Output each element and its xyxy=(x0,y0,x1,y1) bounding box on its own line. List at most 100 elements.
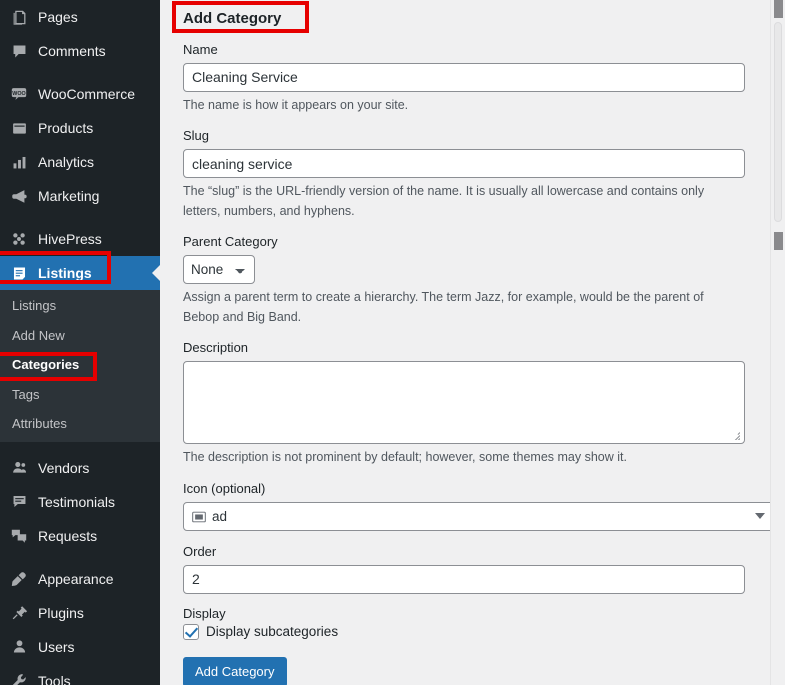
description-label: Description xyxy=(183,339,249,355)
parent-category-select[interactable]: None xyxy=(183,255,255,285)
display-subcategories-checkbox[interactable] xyxy=(183,623,199,640)
sidebar-item-hivepress[interactable]: HivePress xyxy=(0,222,160,256)
submenu-item-label: Tags xyxy=(12,386,40,402)
sidebar-item-marketing[interactable]: Marketing xyxy=(0,179,160,213)
sidebar-item-label: Products xyxy=(38,120,94,136)
sidebar-item-label: Requests xyxy=(38,527,98,544)
add-category-form: Add Category Name The name is how it app… xyxy=(180,0,775,685)
sidebar-divider xyxy=(0,213,160,222)
scrollbar-cap-bottom xyxy=(774,232,783,250)
sidebar-item-label: Analytics xyxy=(38,154,95,170)
submenu-item-tags[interactable]: Tags xyxy=(0,380,160,410)
sidebar-group-hivepress: HivePress Listings Listings Add New Cate… xyxy=(0,222,160,442)
sidebar-item-label: Users xyxy=(38,638,75,655)
submenu-item-listings[interactable]: Listings xyxy=(0,291,160,321)
products-icon xyxy=(9,118,29,138)
sidebar-item-label: Tools xyxy=(38,672,71,685)
sidebar-item-label: WooCommerce xyxy=(38,86,135,102)
order-input[interactable] xyxy=(183,564,745,594)
sidebar-group-content: Pages Comments xyxy=(0,0,160,68)
display-subcategories-label: Display subcategories xyxy=(206,624,339,640)
sidebar-item-label: Testimonials xyxy=(38,493,116,510)
sidebar-item-products[interactable]: Products xyxy=(0,111,160,145)
sidebar-item-label: Pages xyxy=(38,9,78,25)
scrollbar-thumb[interactable] xyxy=(774,22,782,222)
sidebar-item-label: Marketing xyxy=(38,188,100,204)
sidebar-item-plugins[interactable]: Plugins xyxy=(0,596,160,630)
sidebar-group-hivepress-extras: Vendors Testimonials Requests xyxy=(0,451,160,553)
sidebar-item-label: Appearance xyxy=(38,570,114,587)
sidebar-item-pages[interactable]: Pages xyxy=(0,0,160,34)
description-textarea[interactable] xyxy=(183,361,745,445)
admin-sidebar: Pages Comments WOO WooCommerce Products … xyxy=(0,0,160,685)
slug-help-text: The “slug” is the URL-friendly version o… xyxy=(183,184,705,218)
description-help-text: The description is not prominent by defa… xyxy=(183,450,627,465)
comments-icon xyxy=(9,41,29,61)
submenu-item-label: Add New xyxy=(12,327,65,343)
marketing-icon xyxy=(9,186,29,206)
submenu-item-label: Listings xyxy=(12,298,57,313)
sidebar-item-comments[interactable]: Comments xyxy=(0,34,160,68)
vertical-scrollbar[interactable] xyxy=(770,0,785,685)
sidebar-item-testimonials[interactable]: Testimonials xyxy=(0,485,160,519)
analytics-icon xyxy=(9,152,29,172)
submenu-item-add-new[interactable]: Add New xyxy=(0,321,160,351)
testimonials-icon xyxy=(9,492,29,512)
name-input[interactable] xyxy=(183,62,745,92)
tools-icon xyxy=(9,671,29,685)
field-description: Description The description is not promi… xyxy=(180,339,765,468)
icon-value: ad xyxy=(212,508,228,524)
display-subcategories-row[interactable]: Display subcategories xyxy=(183,623,765,640)
woocommerce-icon: WOO xyxy=(9,84,29,104)
content-area: Add Category Name The name is how it app… xyxy=(160,0,785,685)
admin-screen: Pages Comments WOO WooCommerce Products … xyxy=(0,0,785,685)
parent-category-label: Parent Category xyxy=(183,234,278,249)
parent-category-help-text: Assign a parent term to create a hierarc… xyxy=(183,290,704,324)
slug-label: Slug xyxy=(183,128,210,144)
sidebar-item-appearance[interactable]: Appearance xyxy=(0,562,160,596)
hivepress-icon xyxy=(9,229,29,249)
add-category-submit-button[interactable]: Add Category xyxy=(183,656,287,685)
scrollbar-cap-top xyxy=(774,0,783,18)
pages-icon xyxy=(9,7,29,27)
listings-icon xyxy=(9,263,29,283)
chevron-down-icon[interactable] xyxy=(755,513,765,520)
sidebar-item-tools[interactable]: Tools xyxy=(0,664,160,685)
sidebar-item-vendors[interactable]: Vendors xyxy=(0,451,160,485)
submenu-item-categories[interactable]: Categories xyxy=(0,350,160,380)
field-name: Name The name is how it appears on your … xyxy=(180,41,765,116)
name-label: Name xyxy=(183,41,218,57)
submenu-item-attributes[interactable]: Attributes xyxy=(0,409,160,439)
sidebar-item-users[interactable]: Users xyxy=(0,630,160,664)
field-display: Display Display subcategories xyxy=(180,606,765,640)
field-icon: Icon (optional) ad xyxy=(180,480,775,531)
submenu-arrow-icon xyxy=(152,265,160,281)
order-label: Order xyxy=(183,543,217,559)
listings-submenu: Listings Add New Categories Tags Attribu… xyxy=(0,290,160,442)
sidebar-item-label: Listings xyxy=(38,265,92,281)
sidebar-divider xyxy=(0,442,160,451)
requests-icon xyxy=(9,526,29,546)
sidebar-item-label: Comments xyxy=(38,43,106,59)
plugins-icon xyxy=(9,603,29,623)
icon-select[interactable]: ad xyxy=(183,501,775,531)
sidebar-item-label: HivePress xyxy=(38,231,102,247)
users-icon xyxy=(9,637,29,657)
svg-text:WOO: WOO xyxy=(12,91,25,97)
sidebar-item-woocommerce[interactable]: WOO WooCommerce xyxy=(0,77,160,111)
appearance-icon xyxy=(9,569,29,589)
sidebar-item-analytics[interactable]: Analytics xyxy=(0,145,160,179)
field-slug: Slug The “slug” is the URL-friendly vers… xyxy=(180,127,765,221)
icon-label: Icon (optional) xyxy=(183,480,266,496)
page-title: Add Category xyxy=(183,10,282,27)
ad-icon xyxy=(192,510,206,523)
field-order: Order xyxy=(180,543,765,594)
sidebar-group-system: Appearance Plugins Users Tools xyxy=(0,562,160,685)
sidebar-item-listings[interactable]: Listings xyxy=(0,256,160,290)
slug-input[interactable] xyxy=(183,149,745,179)
sidebar-item-label: Plugins xyxy=(38,604,84,621)
name-help-text: The name is how it appears on your site. xyxy=(183,97,409,112)
field-parent-category: Parent Category None Assign a parent ter… xyxy=(180,233,765,327)
sidebar-divider xyxy=(0,553,160,562)
sidebar-item-requests[interactable]: Requests xyxy=(0,519,160,553)
